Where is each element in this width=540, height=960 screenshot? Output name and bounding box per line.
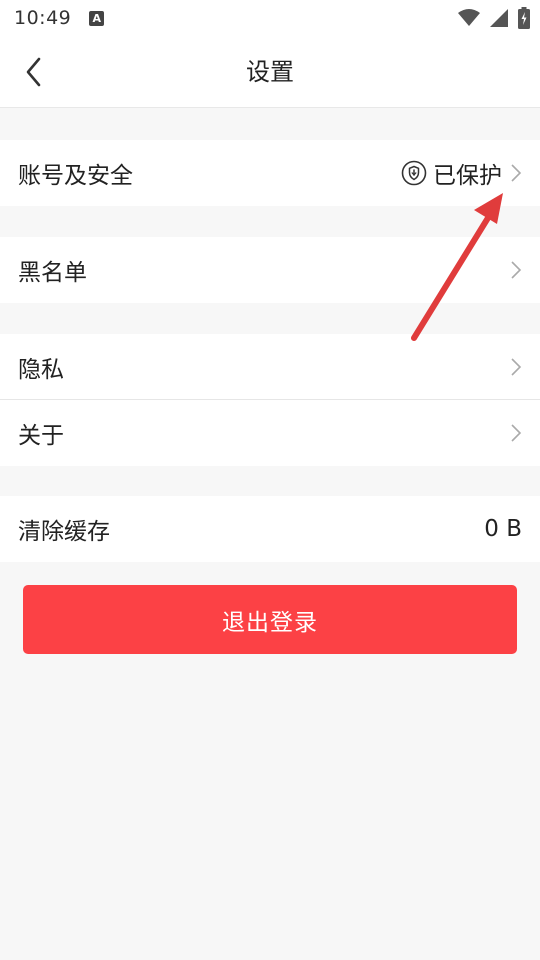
status-icons [458, 7, 530, 29]
chevron-right-icon [510, 357, 522, 377]
account-security-row[interactable]: 账号及安全 已保护 [0, 140, 540, 206]
blacklist-label: 黑名单 [18, 260, 87, 286]
clear-cache-row[interactable]: 清除缓存 0 B [0, 496, 540, 562]
cache-size-text: 0 B [484, 516, 522, 542]
about-row[interactable]: 关于 [0, 400, 540, 466]
about-label: 关于 [18, 423, 64, 449]
signal-icon [490, 9, 508, 27]
blacklist-row[interactable]: 黑名单 [0, 237, 540, 303]
chevron-right-icon [510, 260, 522, 280]
clear-cache-label: 清除缓存 [18, 519, 110, 545]
account-status-text: 已保护 [433, 163, 502, 189]
status-bar: 10:49 A [0, 0, 540, 36]
battery-icon [518, 7, 530, 29]
shield-icon [401, 160, 427, 186]
logout-button[interactable]: 退出登录 [23, 585, 517, 654]
notification-a-icon: A [89, 10, 105, 26]
account-security-label: 账号及安全 [18, 163, 133, 189]
privacy-row[interactable]: 隐私 [0, 334, 540, 400]
chevron-right-icon [510, 423, 522, 443]
privacy-label: 隐私 [18, 357, 64, 383]
header-bar: 设置 [0, 36, 540, 108]
chevron-right-icon [510, 163, 522, 183]
wifi-icon [458, 9, 480, 26]
status-time: 10:49 [14, 7, 72, 29]
page-title: 设置 [246, 58, 294, 86]
